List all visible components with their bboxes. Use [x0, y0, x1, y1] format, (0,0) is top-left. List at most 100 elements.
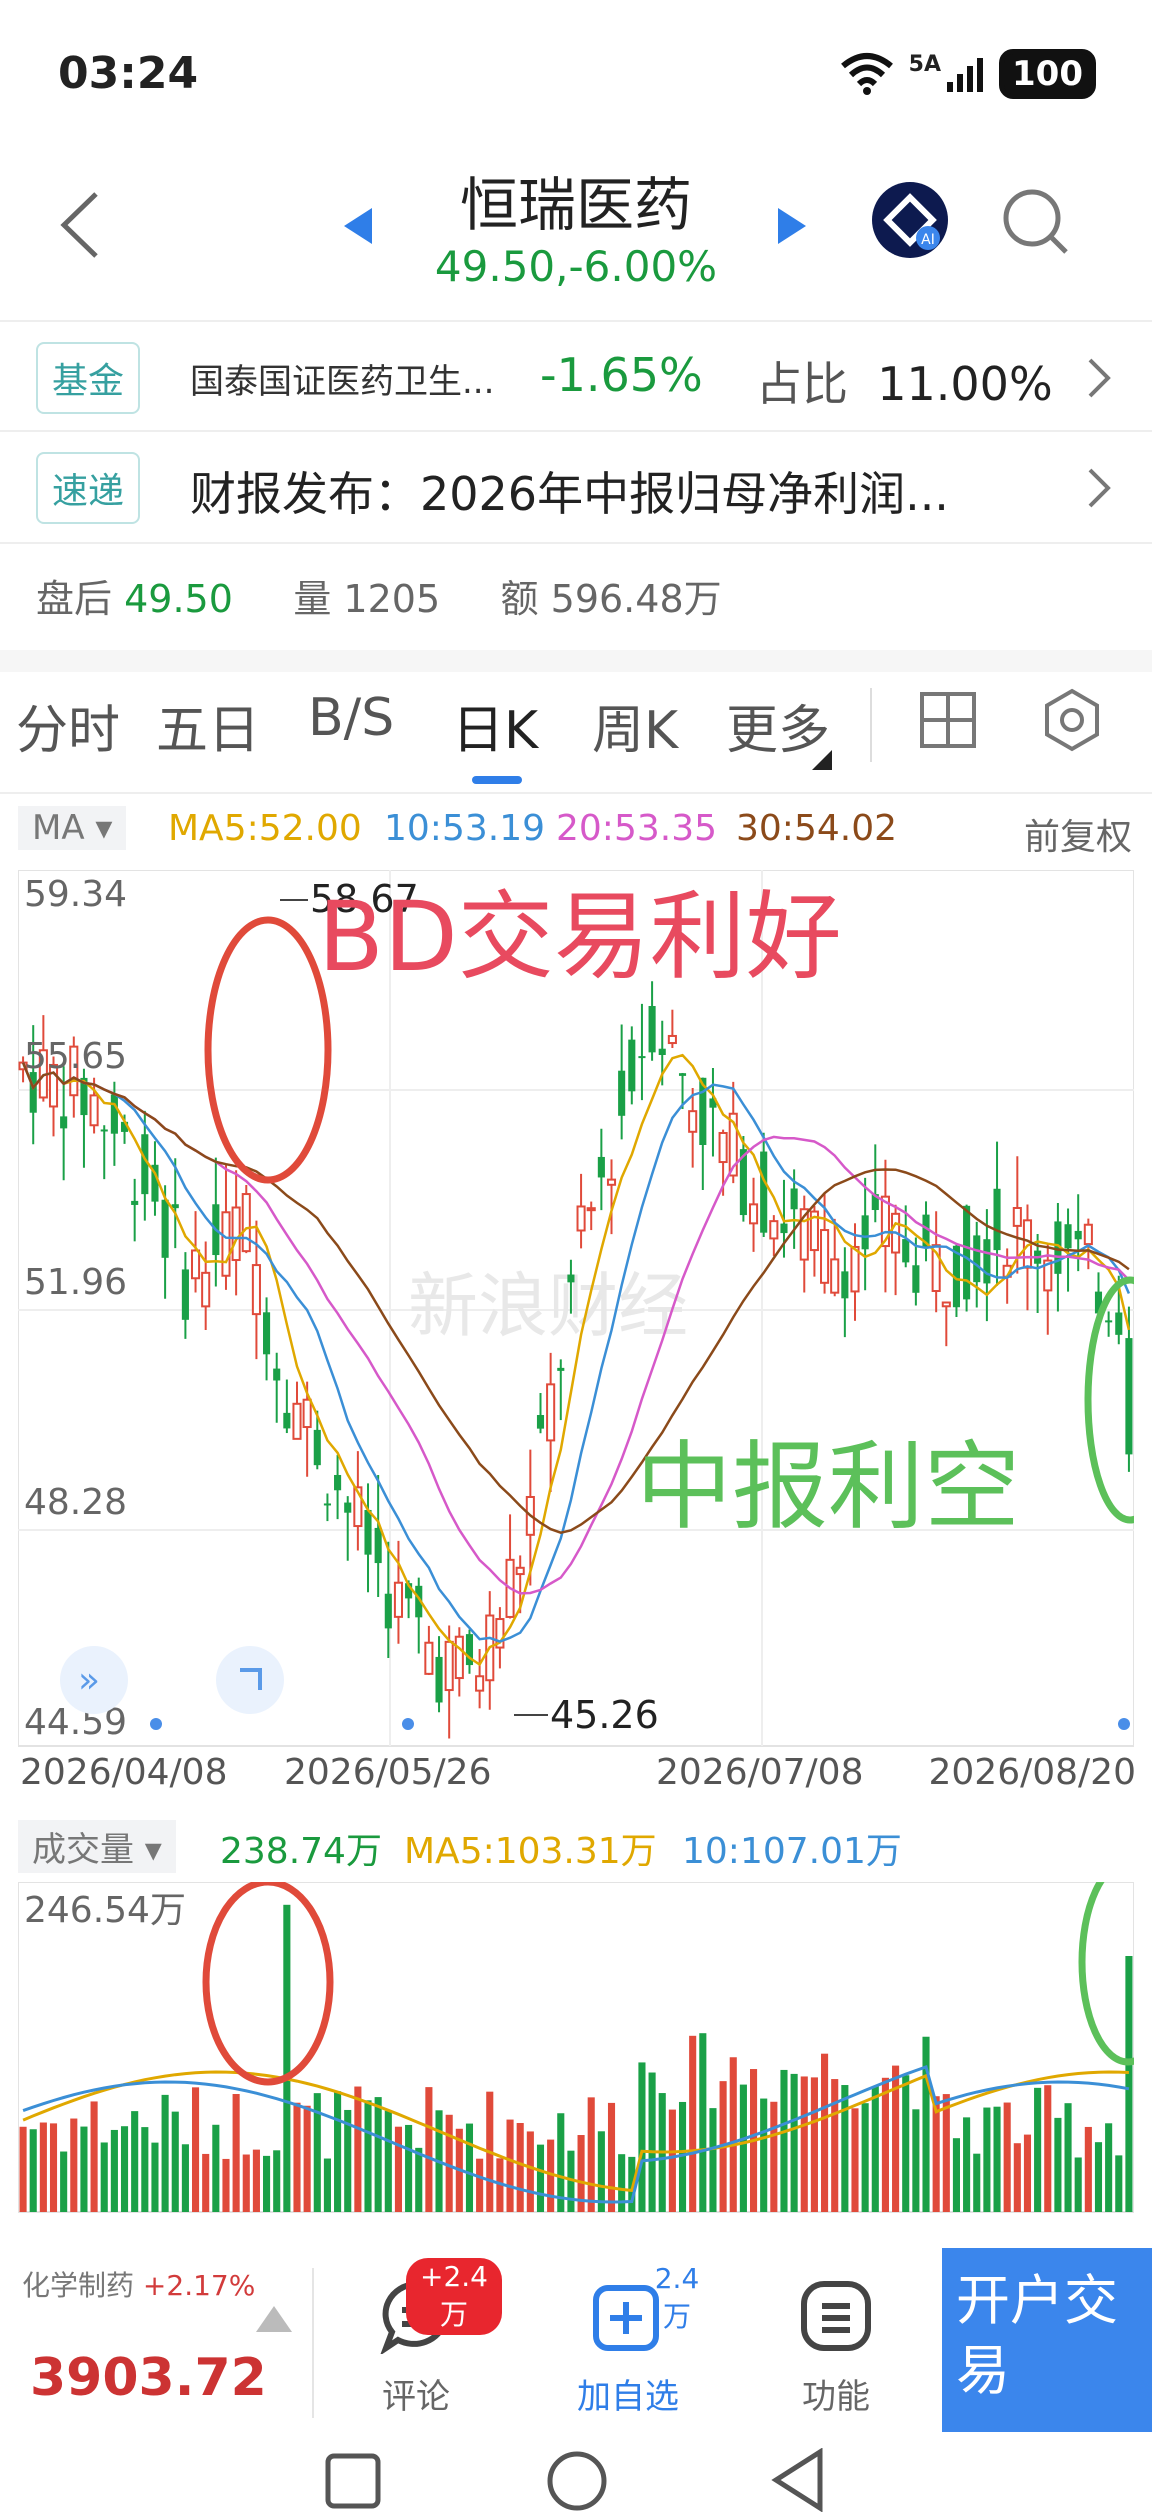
tab-bs[interactable]: B/S: [308, 688, 394, 748]
volume-bar: [760, 2098, 768, 2212]
comment-badge: +2.4万: [406, 2258, 502, 2335]
tab-weekly-k[interactable]: 周K: [592, 688, 678, 763]
price-axis-tick: 48.28: [24, 1482, 127, 1523]
comment-label: 评论: [382, 2377, 450, 2417]
recent-apps-icon[interactable]: [324, 2452, 382, 2510]
candle-body: [606, 1178, 617, 1186]
sector-name: 化学制药: [22, 2269, 135, 2302]
candle-body: [618, 1070, 626, 1116]
price-change: 49.50,-6.00%: [434, 242, 718, 291]
candle-body: [283, 1412, 291, 1429]
tab-divider: [870, 688, 872, 762]
volume-bar: [638, 2062, 646, 2212]
fund-name: 国泰国证医药卫生...: [190, 362, 495, 402]
candle-body: [313, 1429, 321, 1466]
adjust-mode[interactable]: 前复权: [1024, 808, 1132, 860]
volume-selector[interactable]: 成交量 ▾: [18, 1820, 176, 1873]
price-axis-tick: 59.34: [24, 874, 127, 915]
candle-body: [718, 1131, 728, 1164]
news-row[interactable]: 速递 财报发布：2026年中报归母净利润...: [0, 432, 1152, 540]
volume-bar: [851, 2108, 859, 2212]
volume-bar: [973, 2153, 981, 2212]
volume-bar: [1054, 2117, 1062, 2212]
price-kline-chart[interactable]: 新浪财经 59.34 55.65 51.96 48.28 44.59 58.67…: [18, 870, 1134, 1750]
volume-bar: [425, 2087, 433, 2212]
back-nav-icon[interactable]: [770, 2448, 826, 2512]
corner-triangle-icon: [812, 750, 832, 770]
candle-body: [344, 1502, 352, 1513]
open-account-trade-button[interactable]: 开户交易: [942, 2248, 1152, 2432]
battery-icon: 100: [999, 49, 1096, 99]
volume-bar: [212, 2124, 220, 2212]
status-time: 03:24: [58, 48, 199, 99]
volume-bar: [993, 2106, 1001, 2212]
volume-bar: [831, 2079, 839, 2212]
sector-info[interactable]: 化学制药 +2.17%: [22, 2264, 255, 2304]
function-button[interactable]: 功能: [756, 2278, 916, 2418]
ma-legend: MA ▾ MA5:52.00 10:53.19 20:53.35 30:54.0…: [18, 806, 1138, 858]
volume-bar: [983, 2107, 991, 2212]
volume-bar: [405, 2124, 413, 2212]
fullscreen-button[interactable]: [216, 1646, 284, 1714]
volume-bar: [790, 2073, 798, 2212]
volume-bar: [739, 2084, 747, 2212]
candle-body: [1115, 1312, 1123, 1335]
volume-bar: [516, 2123, 524, 2212]
signal-icon: [947, 58, 984, 92]
volume-bar: [536, 2144, 545, 2212]
grid-layout-icon[interactable]: [918, 690, 978, 750]
volume-bar: [597, 2131, 605, 2212]
candle-body: [424, 1641, 434, 1675]
volume-bar: [1094, 2142, 1103, 2212]
volume-bar: [810, 2077, 818, 2212]
candle-body: [546, 1383, 556, 1442]
volume-bar: [364, 2100, 372, 2212]
add-watchlist-button[interactable]: 加自选 2.4万: [548, 2262, 708, 2418]
divider: [312, 2268, 314, 2418]
ma5-value: MA5:52.00: [168, 808, 362, 849]
tab-daily-k[interactable]: 日K: [452, 688, 538, 763]
tab-five-day[interactable]: 五日: [156, 688, 260, 763]
ai-assistant-icon[interactable]: AI: [872, 182, 948, 258]
volume-bar: [283, 1904, 291, 2212]
next-stock-icon[interactable]: [776, 208, 806, 244]
fund-row[interactable]: 基金 国泰国证医药卫生... -1.65% 占比 11.00%: [0, 322, 1152, 430]
home-icon[interactable]: [546, 2450, 608, 2512]
candle-body: [161, 1199, 169, 1258]
volume-bar: [1023, 2134, 1032, 2212]
ma-selector[interactable]: MA ▾: [18, 806, 127, 850]
volume-bar: [334, 2091, 342, 2212]
candle-body: [902, 1239, 910, 1263]
volume-bar: [922, 2036, 930, 2212]
volume-chart[interactable]: 246.54万: [18, 1882, 1134, 2214]
volume-bar: [668, 2109, 676, 2212]
candle-body: [435, 1656, 443, 1703]
candle-body: [648, 1006, 656, 1053]
volume-bar: [881, 2077, 889, 2212]
volume-bar: [942, 2094, 950, 2212]
candle-body: [444, 1640, 454, 1692]
volume-bar: [242, 2154, 250, 2212]
volume-bar: [841, 2085, 849, 2212]
page-title: 恒瑞医药: [459, 171, 692, 239]
divider: [0, 542, 1152, 544]
volume-bar: [120, 2126, 129, 2212]
candle-body: [769, 1220, 779, 1240]
candle-body: [1064, 1224, 1072, 1249]
tab-intraday[interactable]: 分时: [16, 688, 120, 763]
comment-button[interactable]: 评论 +2.4万: [336, 2258, 502, 2418]
news-tag: 速递: [36, 452, 141, 524]
svg-text:AI: AI: [921, 232, 935, 248]
settings-gear-icon[interactable]: [1040, 688, 1104, 752]
volume-bar: [526, 2131, 534, 2212]
volume-bar: [587, 2097, 595, 2212]
candle-body: [323, 1503, 331, 1506]
search-icon[interactable]: [1000, 186, 1070, 256]
ma10-value: 10:53.19: [384, 808, 545, 849]
watermark: 新浪财经: [408, 1265, 688, 1347]
volume-bar: [60, 2151, 68, 2212]
volume-bar: [729, 2057, 737, 2212]
wifi-icon: [840, 53, 893, 95]
volume-bar: [963, 2117, 971, 2212]
volume-bar: [141, 2127, 149, 2212]
